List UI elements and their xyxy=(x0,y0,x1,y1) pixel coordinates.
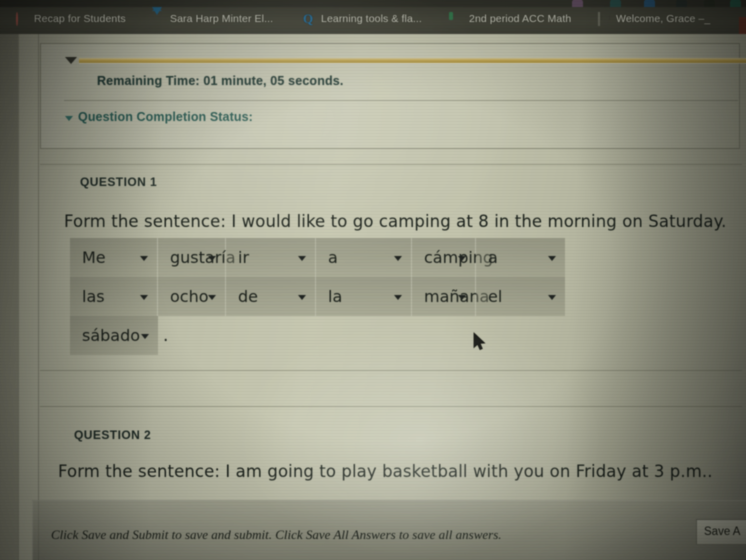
dropdown-value: de xyxy=(238,287,258,306)
page-content-area: Remaining Time: 01 minute, 05 seconds. Q… xyxy=(18,34,746,560)
chevron-down-icon[interactable] xyxy=(141,333,149,339)
save-button-label: Save A xyxy=(704,526,741,538)
chevron-down-icon[interactable] xyxy=(208,294,216,300)
toolbar-icon-3[interactable] xyxy=(644,0,655,7)
chevron-down-icon[interactable] xyxy=(298,255,306,261)
chevron-down-icon[interactable] xyxy=(65,116,73,121)
screenshot-root: Recap for Students Sara Harp Minter El..… xyxy=(0,0,746,560)
bookmark-label: 2nd period ACC Math xyxy=(469,13,572,25)
question-completion-status-label: Question Completion Status: xyxy=(78,110,253,124)
dropdown-row: las ocho de la mañana el xyxy=(70,277,565,316)
collapse-caret-icon[interactable] xyxy=(65,57,77,64)
question-2-top-divider xyxy=(40,406,742,407)
bookmark-label: Welcome, Grace –_ xyxy=(616,13,711,25)
chevron-down-icon[interactable] xyxy=(458,294,466,300)
dropdown-r2c1[interactable]: las xyxy=(70,277,158,316)
toolbar-icon-5[interactable] xyxy=(704,0,715,7)
bookmark-recap-for-students[interactable]: Recap for Students xyxy=(16,12,126,26)
remaining-time-text: Remaining Time: 01 minute, 05 seconds. xyxy=(97,74,344,88)
browser-toolbar-strip xyxy=(0,0,746,7)
dropdown-value: sábado xyxy=(82,326,141,345)
chevron-down-icon[interactable] xyxy=(298,294,306,300)
panel-divider xyxy=(64,100,738,101)
book-icon xyxy=(598,12,610,26)
dropdown-value: ocho xyxy=(170,287,209,306)
bookmark-label: Learning tools & fla... xyxy=(321,13,422,25)
dropdown-r1c3[interactable]: ir xyxy=(226,238,316,277)
timer-progress-fill xyxy=(79,58,746,63)
question-1-top-divider xyxy=(40,164,742,165)
content-left-rule xyxy=(38,34,39,560)
chevron-down-icon[interactable] xyxy=(140,294,148,300)
toolbar-icon-1[interactable] xyxy=(572,0,583,7)
chevron-down-icon[interactable] xyxy=(548,294,556,300)
chevron-down-icon[interactable] xyxy=(394,255,402,261)
question-1-prompt: Form the sentence: I would like to go ca… xyxy=(64,212,727,231)
dropdown-value: el xyxy=(488,287,503,306)
browser-edge-indicator xyxy=(739,17,746,35)
save-action-bar: Click Save and Submit to save and submit… xyxy=(32,500,746,560)
chevron-down-icon[interactable] xyxy=(208,255,216,261)
remind-icon xyxy=(451,13,463,25)
dropdown-row: sábado . xyxy=(70,316,565,355)
question-1-bottom-divider xyxy=(40,370,742,371)
timer-progress-track xyxy=(79,57,746,64)
bookmark-label: Sara Harp Minter El... xyxy=(170,13,274,25)
timer-status-panel: Remaining Time: 01 minute, 05 seconds. Q… xyxy=(40,43,746,149)
dropdown-r2c5[interactable]: mañana xyxy=(412,277,489,316)
question-2-number: QUESTION 2 xyxy=(74,428,152,442)
chevron-down-icon[interactable] xyxy=(394,294,402,300)
question-1-number: QUESTION 1 xyxy=(80,175,158,189)
question-completion-status-row[interactable]: Question Completion Status: xyxy=(65,110,253,124)
remaining-time-value: 01 minute, 05 seconds. xyxy=(203,74,344,88)
bookmark-welcome-grace[interactable]: Welcome, Grace –_ xyxy=(598,12,710,26)
toolbar-icon-2[interactable] xyxy=(610,0,621,7)
chevron-down-icon[interactable] xyxy=(458,255,466,261)
dropdown-r2c6[interactable]: el xyxy=(476,277,565,316)
dropdown-value: a xyxy=(328,248,338,267)
bookmark-sara-harp-minter[interactable]: Sara Harp Minter El... xyxy=(152,7,274,27)
dropdown-r2c2[interactable]: ocho xyxy=(158,277,226,316)
save-instructions-text: Click Save and Submit to save and submit… xyxy=(51,527,502,542)
dropdown-r3c1[interactable]: sábado xyxy=(70,316,158,355)
dropdown-value: a xyxy=(488,248,498,267)
toolbar-icon-6[interactable] xyxy=(730,0,741,7)
bookmarks-bar: Recap for Students Sara Harp Minter El..… xyxy=(0,7,746,35)
dropdown-r1c5[interactable]: cámping xyxy=(412,238,493,277)
bookmark-2nd-period-acc-math[interactable]: 2nd period ACC Math xyxy=(451,12,571,26)
save-all-answers-button[interactable]: Save A xyxy=(696,519,746,545)
circle-outline-icon xyxy=(16,12,28,26)
dropdown-r1c4[interactable]: a xyxy=(316,238,412,277)
dropdown-r1c6[interactable]: a xyxy=(476,238,565,277)
bookmark-label: Recap for Students xyxy=(34,13,126,25)
dropdown-r2c3[interactable]: de xyxy=(226,277,316,316)
dropdown-r1c2[interactable]: gustaría xyxy=(158,238,236,277)
remaining-time-label: Remaining Time: xyxy=(97,74,200,88)
bookmark-learning-tools[interactable]: Q Learning tools & fla... xyxy=(303,12,422,26)
dropdown-row: Me gustaría ir a cámping a xyxy=(70,238,565,277)
dropdown-r2c4[interactable]: la xyxy=(316,277,412,316)
dropdown-value: las xyxy=(82,287,105,306)
question-1-answer-grid: Me gustaría ir a cámping a las ocho de l… xyxy=(70,238,565,355)
dropdown-value: ir xyxy=(238,248,250,267)
dropdown-value: la xyxy=(328,287,343,306)
window-left-rule xyxy=(18,34,19,560)
question-2-prompt: Form the sentence: I am going to play ba… xyxy=(58,462,713,481)
dropdown-r1c1[interactable]: Me xyxy=(70,238,158,277)
dropdown-value: Me xyxy=(82,248,106,267)
quizlet-q-icon: Q xyxy=(303,11,314,26)
chevron-down-icon[interactable] xyxy=(548,255,556,261)
question-1-trailing-punctuation: . xyxy=(163,325,169,346)
chevron-down-icon[interactable] xyxy=(140,255,148,261)
toolbar-icon-4[interactable] xyxy=(676,0,687,7)
diamond-icon xyxy=(152,7,164,27)
